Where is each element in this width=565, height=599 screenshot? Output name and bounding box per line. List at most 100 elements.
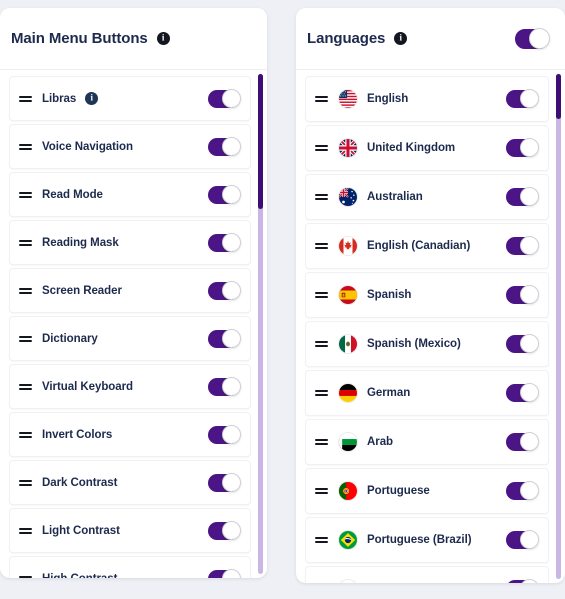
toggle-switch-on[interactable] [506, 138, 539, 157]
main-menu-item-label: Dark Contrast [42, 476, 118, 489]
list-item[interactable]: Arab [305, 419, 549, 465]
toggle-knob [520, 383, 539, 402]
toggle-knob [222, 520, 242, 540]
drag-handle-icon[interactable] [315, 341, 329, 347]
drag-handle-icon[interactable] [19, 287, 32, 294]
flag-uk-icon [338, 138, 359, 158]
list-item[interactable]: Spanish [305, 272, 549, 318]
flag-germany-icon [338, 383, 359, 403]
drag-handle-icon[interactable] [315, 96, 329, 102]
toggle-switch-on[interactable] [506, 579, 539, 583]
drag-handle-icon[interactable] [19, 191, 32, 198]
toggle-switch-on[interactable] [506, 334, 539, 353]
toggle-switch-on[interactable] [208, 472, 242, 492]
list-item[interactable]: United Kingdom [305, 125, 549, 171]
flag-mexico-icon [338, 334, 359, 354]
drag-handle-icon[interactable] [315, 194, 329, 200]
main-menu-item-label: Invert Colors [42, 428, 113, 441]
language-item-label: Portuguese (Brazil) [367, 534, 472, 546]
list-item[interactable]: Australian [305, 174, 549, 220]
list-item[interactable]: Voice Navigation [9, 124, 252, 169]
info-icon[interactable]: i [85, 92, 99, 105]
toggle-switch-on[interactable] [506, 530, 539, 549]
list-item[interactable]: English (Canadian) [305, 223, 549, 269]
right-scrollbar-thumb[interactable] [556, 74, 561, 120]
toggle-switch-on[interactable] [208, 424, 242, 444]
toggle-switch-on[interactable] [208, 520, 242, 540]
flag-japan-icon [338, 579, 359, 583]
toggle-switch-on[interactable] [506, 89, 539, 108]
toggle-knob [222, 568, 242, 578]
toggle-switch-on[interactable] [208, 280, 242, 300]
left-scrollbar[interactable] [258, 74, 264, 574]
list-item[interactable]: Japanese [305, 566, 549, 583]
main-menu-item-label: Light Contrast [42, 524, 120, 537]
list-item[interactable]: Portuguese (Brazil) [305, 517, 549, 563]
drag-handle-icon[interactable] [19, 383, 32, 390]
info-icon[interactable]: i [394, 32, 408, 45]
list-item[interactable]: Spanish (Mexico) [305, 321, 549, 367]
main-menu-buttons-header: Main Menu Buttons i [0, 8, 268, 70]
toggle-knob [520, 138, 539, 157]
toggle-knob [222, 328, 242, 348]
list-item[interactable]: Dictionary [9, 316, 252, 361]
languages-header: Languages i [296, 8, 565, 70]
list-item[interactable]: Dark Contrast [9, 460, 252, 505]
drag-handle-icon[interactable] [19, 479, 32, 486]
list-item[interactable]: Light Contrast [9, 508, 252, 553]
main-menu-buttons-list-wrap: Libras i Voice Navigation Read Mode Reading … [0, 70, 267, 578]
drag-handle-icon[interactable] [19, 431, 32, 438]
drag-handle-icon[interactable] [315, 390, 329, 396]
drag-handle-icon[interactable] [315, 537, 329, 543]
drag-handle-icon[interactable] [19, 335, 32, 342]
drag-handle-icon[interactable] [19, 527, 32, 534]
toggle-switch-on[interactable] [208, 568, 242, 578]
toggle-knob [222, 88, 242, 108]
drag-handle-icon[interactable] [19, 575, 32, 579]
list-item[interactable]: Reading Mask [9, 220, 252, 265]
list-item[interactable]: Libras i [9, 76, 252, 121]
drag-handle-icon[interactable] [19, 239, 32, 246]
toggle-switch-on[interactable] [208, 88, 242, 108]
drag-handle-icon[interactable] [315, 145, 329, 151]
list-item[interactable]: Portuguese [305, 468, 549, 514]
toggle-switch-on[interactable] [208, 184, 242, 204]
language-item-label: Arab [367, 436, 394, 448]
list-item[interactable]: Screen Reader [9, 268, 252, 313]
list-item[interactable]: Invert Colors [9, 412, 252, 457]
flag-portugal-icon [338, 481, 359, 501]
left-scrollbar-thumb[interactable] [258, 74, 264, 209]
toggle-switch-on[interactable] [506, 285, 539, 304]
toggle-switch-on[interactable] [506, 432, 539, 451]
drag-handle-icon[interactable] [315, 292, 329, 298]
list-item[interactable]: High Contrast [9, 556, 252, 579]
toggle-switch-on[interactable] [506, 383, 539, 402]
drag-handle-icon[interactable] [19, 95, 32, 102]
list-item[interactable]: Read Mode [9, 172, 252, 217]
info-icon[interactable]: i [156, 32, 170, 45]
toggle-switch-on[interactable] [208, 232, 242, 252]
languages-master-toggle[interactable] [515, 27, 550, 49]
drag-handle-icon[interactable] [315, 243, 329, 249]
main-menu-item-label: Voice Navigation [42, 140, 134, 153]
drag-handle-icon[interactable] [315, 488, 329, 494]
toggle-knob [520, 285, 539, 304]
main-menu-item-label: High Contrast [42, 573, 117, 579]
list-item[interactable]: Virtual Keyboard [9, 364, 252, 409]
toggle-switch-on[interactable] [208, 136, 242, 156]
toggle-switch-on[interactable] [506, 481, 539, 500]
list-item[interactable]: English [305, 76, 549, 122]
languages-list-wrap: English United Kingdom Australian Englis… [296, 70, 565, 583]
flag-usa-icon [338, 89, 359, 109]
toggle-switch-on[interactable] [208, 376, 242, 396]
toggle-knob [520, 89, 539, 108]
toggle-knob [520, 432, 539, 451]
drag-handle-icon[interactable] [19, 143, 32, 150]
right-scrollbar[interactable] [556, 74, 561, 579]
toggle-switch-on[interactable] [506, 187, 539, 206]
drag-handle-icon[interactable] [315, 439, 329, 445]
list-item[interactable]: German [305, 370, 549, 416]
toggle-switch-on[interactable] [208, 328, 242, 348]
toggle-switch-on[interactable] [506, 236, 539, 255]
language-item-label: German [367, 387, 411, 399]
